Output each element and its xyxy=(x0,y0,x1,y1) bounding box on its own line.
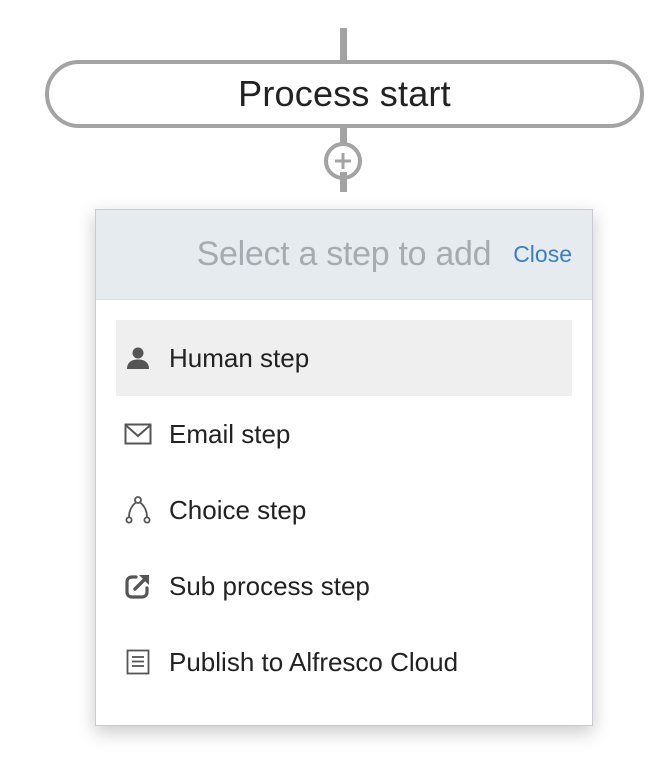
plus-icon xyxy=(335,153,351,169)
popover-header: Select a step to add Close xyxy=(96,210,592,300)
process-start-node[interactable]: Process start xyxy=(45,60,644,128)
person-icon xyxy=(123,343,153,373)
close-link[interactable]: Close xyxy=(513,241,572,268)
step-item-choice[interactable]: Choice step xyxy=(116,472,572,548)
step-item-subprocess[interactable]: Sub process step xyxy=(116,548,572,624)
process-start-label: Process start xyxy=(238,73,451,114)
connector-line-top xyxy=(340,28,347,62)
step-label-human: Human step xyxy=(169,342,310,373)
step-label-publish: Publish to Alfresco Cloud xyxy=(169,646,459,677)
popover-title: Select a step to add xyxy=(196,235,492,273)
process-canvas: Process start Select a step to add Close… xyxy=(0,0,672,762)
step-label-choice: Choice step xyxy=(169,494,307,525)
add-step-popover: Select a step to add Close Human step Em… xyxy=(95,209,593,726)
step-item-publish[interactable]: Publish to Alfresco Cloud xyxy=(116,624,572,700)
connector-line-lower xyxy=(340,172,347,192)
step-label-subprocess: Sub process step xyxy=(169,570,370,601)
external-link-icon xyxy=(123,571,153,601)
document-icon xyxy=(123,647,153,677)
step-item-email[interactable]: Email step xyxy=(116,396,572,472)
step-list: Human step Email step Choice step Sub pr… xyxy=(96,300,592,700)
envelope-icon xyxy=(123,419,153,449)
branch-icon xyxy=(123,495,153,525)
step-label-email: Email step xyxy=(169,418,291,449)
step-item-human[interactable]: Human step xyxy=(116,320,572,396)
